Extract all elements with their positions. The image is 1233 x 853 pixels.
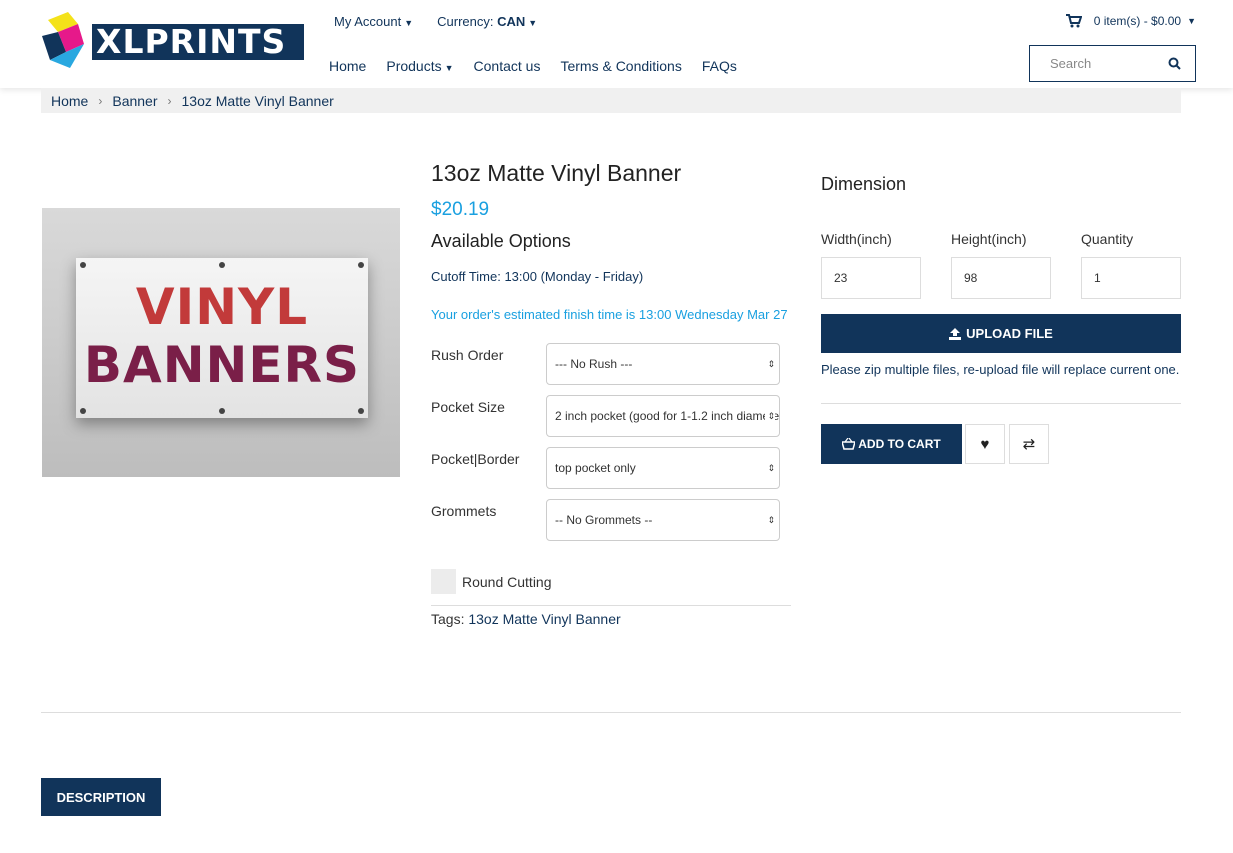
select-arrows-icon: ⇕ xyxy=(765,344,775,384)
height-input[interactable]: 98 xyxy=(951,257,1051,299)
add-to-cart-button[interactable]: ADD TO CART xyxy=(821,424,962,464)
search-input[interactable]: Search xyxy=(1050,56,1091,71)
option-label: Pocket|Border xyxy=(431,451,520,467)
chevron-down-icon: ▼ xyxy=(1187,16,1196,26)
upload-icon xyxy=(949,327,962,340)
nav-terms[interactable]: Terms & Conditions xyxy=(560,58,681,74)
product-title: 13oz Matte Vinyl Banner xyxy=(431,160,682,186)
select-arrows-icon: ⇕ xyxy=(765,500,775,540)
logo-cube-icon xyxy=(42,12,84,68)
breadcrumb: Home › Banner › 13oz Matte Vinyl Banner xyxy=(41,88,1181,113)
compare-button[interactable]: ⇄ xyxy=(1009,424,1049,464)
main-nav: Home Products ▼ Contact us Terms & Condit… xyxy=(329,58,737,74)
pocket-border-select[interactable]: top pocket only ⇕ xyxy=(546,447,780,489)
grommet-dot xyxy=(358,262,364,268)
nav-faqs[interactable]: FAQs xyxy=(702,58,737,74)
add-to-cart-label: ADD TO CART xyxy=(858,437,941,451)
select-value: 2 inch pocket (good for 1-1.2 inch diame… xyxy=(555,409,780,423)
option-label: Grommets xyxy=(431,503,497,519)
product-image[interactable]: VINYL BANNERS xyxy=(42,208,400,477)
round-cutting-checkbox[interactable] xyxy=(431,569,456,594)
product-price: $20.19 xyxy=(431,199,490,220)
option-grommets: Grommets -- No Grommets -- ⇕ xyxy=(431,499,791,541)
banner-photo: VINYL BANNERS xyxy=(76,258,368,418)
select-value: top pocket only xyxy=(555,461,636,475)
select-value: --- No Rush --- xyxy=(555,357,633,371)
my-account-dropdown[interactable]: My Account ▼ xyxy=(334,14,413,29)
breadcrumb-home[interactable]: Home xyxy=(51,93,88,109)
wishlist-button[interactable]: ♥ xyxy=(965,424,1005,464)
options-heading: Available Options xyxy=(431,231,571,251)
select-value: -- No Grommets -- xyxy=(555,513,653,527)
tab-description[interactable]: DESCRIPTION xyxy=(41,778,161,816)
divider xyxy=(821,403,1181,404)
product-tags: Tags: 13oz Matte Vinyl Banner xyxy=(431,611,621,627)
chevron-down-icon: ▼ xyxy=(404,18,414,28)
grommet-dot xyxy=(80,408,86,414)
chevron-down-icon: ▼ xyxy=(528,18,538,28)
divider xyxy=(41,712,1181,713)
my-account-label: My Account xyxy=(334,14,402,29)
upload-file-button[interactable]: UPLOAD FILE xyxy=(821,314,1181,353)
width-input[interactable]: 23 xyxy=(821,257,921,299)
breadcrumb-banner[interactable]: Banner xyxy=(112,93,157,109)
width-label: Width(inch) xyxy=(821,231,892,247)
logo-text: XLPRINTS xyxy=(92,24,304,60)
grommets-select[interactable]: -- No Grommets -- ⇕ xyxy=(546,499,780,541)
breadcrumb-current[interactable]: 13oz Matte Vinyl Banner xyxy=(182,93,334,109)
pocket-size-select[interactable]: 2 inch pocket (good for 1-1.2 inch diame… xyxy=(546,395,780,437)
nav-products[interactable]: Products ▼ xyxy=(386,58,453,74)
grommet-dot xyxy=(358,408,364,414)
heart-icon: ♥ xyxy=(980,435,990,453)
round-cutting-option[interactable]: Round Cutting xyxy=(431,569,552,594)
rush-order-select[interactable]: --- No Rush --- ⇕ xyxy=(546,343,780,385)
exchange-icon: ⇄ xyxy=(1022,436,1036,453)
cart-dropdown[interactable]: 0 item(s) - $0.00 ▼ xyxy=(1065,14,1196,28)
divider xyxy=(431,605,791,606)
product-info: 13oz Matte Vinyl Banner $20.19 Available… xyxy=(431,160,791,541)
dimension-heading: Dimension xyxy=(821,174,907,194)
cutoff-time: Cutoff Time: 13:00 (Monday - Friday) xyxy=(431,269,644,284)
site-header: XLPRINTS My Account ▼ Currency: CAN ▼ 0 it… xyxy=(0,0,1233,88)
finish-time: Your order's estimated finish time is 13… xyxy=(431,307,788,322)
dimension-panel: Dimension Width(inch) Height(inch) Quant… xyxy=(821,174,1181,464)
tag-link[interactable]: 13oz Matte Vinyl Banner xyxy=(468,611,620,627)
option-pocket-border: Pocket|Border top pocket only ⇕ xyxy=(431,447,791,489)
upload-note: Please zip multiple files, re-upload fil… xyxy=(821,362,1180,377)
search-box[interactable]: Search xyxy=(1029,45,1196,82)
grommet-dot xyxy=(80,262,86,268)
select-arrows-icon: ⇕ xyxy=(765,448,775,488)
nav-products-label: Products xyxy=(386,58,442,74)
cart-summary: 0 item(s) - $0.00 xyxy=(1093,14,1182,28)
search-icon[interactable] xyxy=(1168,57,1181,70)
currency-value: CAN xyxy=(497,14,526,29)
top-links: My Account ▼ Currency: CAN ▼ xyxy=(334,14,537,29)
basket-icon xyxy=(842,438,856,450)
banner-image-text-2: BANNERS xyxy=(83,336,361,394)
option-label: Rush Order xyxy=(431,347,504,363)
tags-label: Tags: xyxy=(431,611,465,627)
chevron-down-icon: ▼ xyxy=(444,63,454,73)
grommet-dot xyxy=(219,408,225,414)
banner-image-text-1: VINYL xyxy=(135,278,309,336)
select-arrows-icon: ⇕ xyxy=(765,396,775,436)
currency-dropdown[interactable]: Currency: CAN ▼ xyxy=(437,14,537,29)
quantity-label: Quantity xyxy=(1081,231,1134,247)
option-rush-order: Rush Order --- No Rush --- ⇕ xyxy=(431,343,791,385)
round-cutting-label: Round Cutting xyxy=(462,573,552,590)
height-label: Height(inch) xyxy=(951,231,1027,247)
nav-home[interactable]: Home xyxy=(329,58,366,74)
option-label: Pocket Size xyxy=(431,399,505,415)
cart-icon xyxy=(1065,14,1082,28)
currency-label: Currency: xyxy=(437,14,494,29)
nav-contact[interactable]: Contact us xyxy=(474,58,541,74)
chevron-right-icon: › xyxy=(167,93,172,108)
quantity-input[interactable]: 1 xyxy=(1081,257,1181,299)
grommet-dot xyxy=(219,262,225,268)
upload-file-label: UPLOAD FILE xyxy=(966,326,1053,341)
site-logo[interactable]: XLPRINTS xyxy=(40,10,305,70)
chevron-right-icon: › xyxy=(98,93,103,108)
option-pocket-size: Pocket Size 2 inch pocket (good for 1-1.… xyxy=(431,395,791,437)
